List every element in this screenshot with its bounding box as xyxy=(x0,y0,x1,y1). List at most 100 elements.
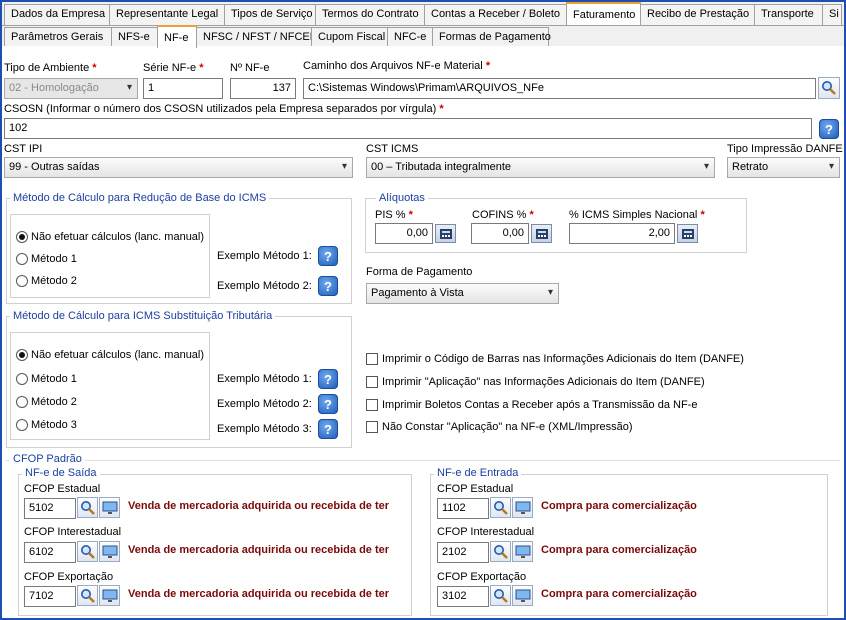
search-icon[interactable] xyxy=(818,77,840,99)
entrada-interestadual-desc: Compra para comercialização xyxy=(541,544,697,556)
reducao-exemplo-2-help-icon[interactable]: ? xyxy=(318,276,338,296)
numero-label: Nº NF-e xyxy=(230,62,270,74)
chevron-down-icon: ▾ xyxy=(126,82,132,93)
checkbox-icon xyxy=(366,399,378,411)
chevron-down-icon: ▾ xyxy=(703,161,709,172)
subtab-nfc-e[interactable]: NFC-e xyxy=(387,27,433,48)
st-exemplo-2-label: Exemplo Método 2: xyxy=(217,398,312,410)
icms-simples-input[interactable]: 2,00 xyxy=(569,223,675,244)
forma-pagamento-select[interactable]: Pagamento à Vista ▾ xyxy=(366,283,559,304)
saida-interestadual-label: CFOP Interestadual xyxy=(24,526,122,538)
reducao-radio-nao-efetuar[interactable]: Não efetuar cálculos (lanc. manual) xyxy=(16,231,204,243)
reducao-exemplo-1-help-icon[interactable]: ? xyxy=(318,246,338,266)
csosn-input[interactable]: 102 xyxy=(4,118,812,139)
cst-icms-select[interactable]: 00 – Tributada integralmente ▾ xyxy=(366,157,715,178)
metodo-reducao-title: Método de Cálculo para Redução de Base d… xyxy=(10,192,270,204)
radio-selected-icon xyxy=(16,349,28,361)
tab-recibo-prestacao[interactable]: Recibo de Prestação xyxy=(640,4,755,25)
monitor-icon[interactable] xyxy=(512,541,533,562)
entrada-estadual-input[interactable]: 1102 xyxy=(437,498,489,519)
search-icon[interactable] xyxy=(490,541,511,562)
caminho-input[interactable]: C:\Sistemas Windows\Primam\ARQUIVOS_NFe xyxy=(303,78,816,99)
caminho-label: Caminho dos Arquivos NF-e Material * xyxy=(303,60,491,72)
st-exemplo-3-label: Exemplo Método 3: xyxy=(217,423,312,435)
saida-estadual-label: CFOP Estadual xyxy=(24,483,101,495)
tab-representante-legal[interactable]: Representante Legal xyxy=(109,4,225,25)
numero-input[interactable]: 137 xyxy=(230,78,296,99)
st-radio-metodo-1[interactable]: Método 1 xyxy=(16,373,77,385)
search-icon[interactable] xyxy=(77,585,98,606)
tab-tipos-servico[interactable]: Tipos de Serviço xyxy=(224,4,316,25)
cst-ipi-select[interactable]: 99 - Outras saídas ▾ xyxy=(4,157,353,178)
entrada-interestadual-input[interactable]: 2102 xyxy=(437,542,489,563)
search-icon[interactable] xyxy=(77,541,98,562)
saida-estadual-desc: Venda de mercadoria adquirida ou recebid… xyxy=(128,500,390,512)
subtab-formas-pagamento[interactable]: Formas de Pagamento xyxy=(432,27,551,48)
checkbox-aplicacao-danfe[interactable]: Imprimir "Aplicação" nas Informações Adi… xyxy=(366,376,705,388)
cfop-separator xyxy=(6,460,840,461)
tab-termos-contrato[interactable]: Termos do Contrato xyxy=(315,4,425,25)
saida-estadual-input[interactable]: 5102 xyxy=(24,498,76,519)
entrada-interestadual-label: CFOP Interestadual xyxy=(437,526,535,538)
ambiente-label: Tipo de Ambiente * xyxy=(4,62,97,74)
tab-transporte[interactable]: Transporte xyxy=(754,4,823,25)
monitor-icon[interactable] xyxy=(512,497,533,518)
monitor-icon[interactable] xyxy=(99,541,120,562)
calculator-icon[interactable] xyxy=(531,224,552,243)
tab-contas-receber[interactable]: Contas a Receber / Boleto xyxy=(424,4,567,25)
ambiente-select[interactable]: 02 - Homologação ▾ xyxy=(4,78,138,99)
tab-overflow[interactable]: Si xyxy=(822,4,842,25)
radio-icon xyxy=(16,373,28,385)
saida-exportacao-input[interactable]: 7102 xyxy=(24,586,76,607)
reducao-radio-metodo-2[interactable]: Método 2 xyxy=(16,275,77,287)
st-exemplo-3-help-icon[interactable]: ? xyxy=(318,419,338,439)
st-exemplo-1-help-icon[interactable]: ? xyxy=(318,369,338,389)
csosn-label: CSOSN (Informar o número dos CSOSN utili… xyxy=(4,103,444,115)
st-exemplo-1-label: Exemplo Método 1: xyxy=(217,373,312,385)
calculator-icon[interactable] xyxy=(435,224,456,243)
radio-icon xyxy=(16,419,28,431)
subtab-nf-e[interactable]: NF-e xyxy=(157,25,197,48)
saida-interestadual-input[interactable]: 6102 xyxy=(24,542,76,563)
st-radio-metodo-3[interactable]: Método 3 xyxy=(16,419,77,431)
checkbox-codigo-barras[interactable]: Imprimir o Código de Barras nas Informaç… xyxy=(366,353,744,365)
aliquotas-title: Alíquotas xyxy=(376,192,428,204)
st-radio-metodo-2[interactable]: Método 2 xyxy=(16,396,77,408)
monitor-icon[interactable] xyxy=(99,585,120,606)
st-exemplo-2-help-icon[interactable]: ? xyxy=(318,394,338,414)
calculator-icon[interactable] xyxy=(677,224,698,243)
radio-icon xyxy=(16,396,28,408)
serie-input[interactable]: 1 xyxy=(143,78,223,99)
sub-tab-bar: Parâmetros Gerais NFS-e NF-e NFSC / NFST… xyxy=(4,25,551,48)
saida-exportacao-label: CFOP Exportação xyxy=(24,571,114,583)
subtab-parametros-gerais[interactable]: Parâmetros Gerais xyxy=(4,27,112,48)
search-icon[interactable] xyxy=(490,585,511,606)
checkbox-nao-constar-aplicacao[interactable]: Não Constar "Aplicação" na NF-e (XML/Imp… xyxy=(366,421,633,433)
entrada-exportacao-label: CFOP Exportação xyxy=(437,571,527,583)
reducao-radio-metodo-1[interactable]: Método 1 xyxy=(16,253,77,265)
st-radio-nao-efetuar[interactable]: Não efetuar cálculos (lanc. manual) xyxy=(16,349,204,361)
top-tab-rule xyxy=(2,25,844,26)
subtab-cupom-fiscal[interactable]: Cupom Fiscal xyxy=(311,27,388,48)
chevron-down-icon: ▾ xyxy=(828,161,834,172)
saida-interestadual-desc: Venda de mercadoria adquirida ou recebid… xyxy=(128,544,390,556)
subtab-nfs-e[interactable]: NFS-e xyxy=(111,27,158,48)
cofins-label: COFINS % * xyxy=(472,209,534,221)
checkbox-imprimir-boletos[interactable]: Imprimir Boletos Contas a Receber após a… xyxy=(366,399,697,411)
pis-input[interactable]: 0,00 xyxy=(375,223,433,244)
tab-dados-empresa[interactable]: Dados da Empresa xyxy=(4,4,110,25)
saida-exportacao-desc: Venda de mercadoria adquirida ou recebid… xyxy=(128,588,390,600)
cfop-saida-title: NF-e de Saída xyxy=(22,467,100,479)
tipo-danfe-select[interactable]: Retrato ▾ xyxy=(727,157,840,178)
entrada-exportacao-input[interactable]: 3102 xyxy=(437,586,489,607)
search-icon[interactable] xyxy=(490,497,511,518)
subtab-nfsc[interactable]: NFSC / NFST / NFCEE xyxy=(196,27,317,48)
tab-faturamento[interactable]: Faturamento xyxy=(566,2,641,25)
search-icon[interactable] xyxy=(77,497,98,518)
cofins-input[interactable]: 0,00 xyxy=(471,223,529,244)
monitor-icon[interactable] xyxy=(512,585,533,606)
csosn-help-icon[interactable]: ? xyxy=(819,119,839,139)
monitor-icon[interactable] xyxy=(99,497,120,518)
radio-icon xyxy=(16,253,28,265)
metodo-st-title: Método de Cálculo para ICMS Substituição… xyxy=(10,310,276,322)
